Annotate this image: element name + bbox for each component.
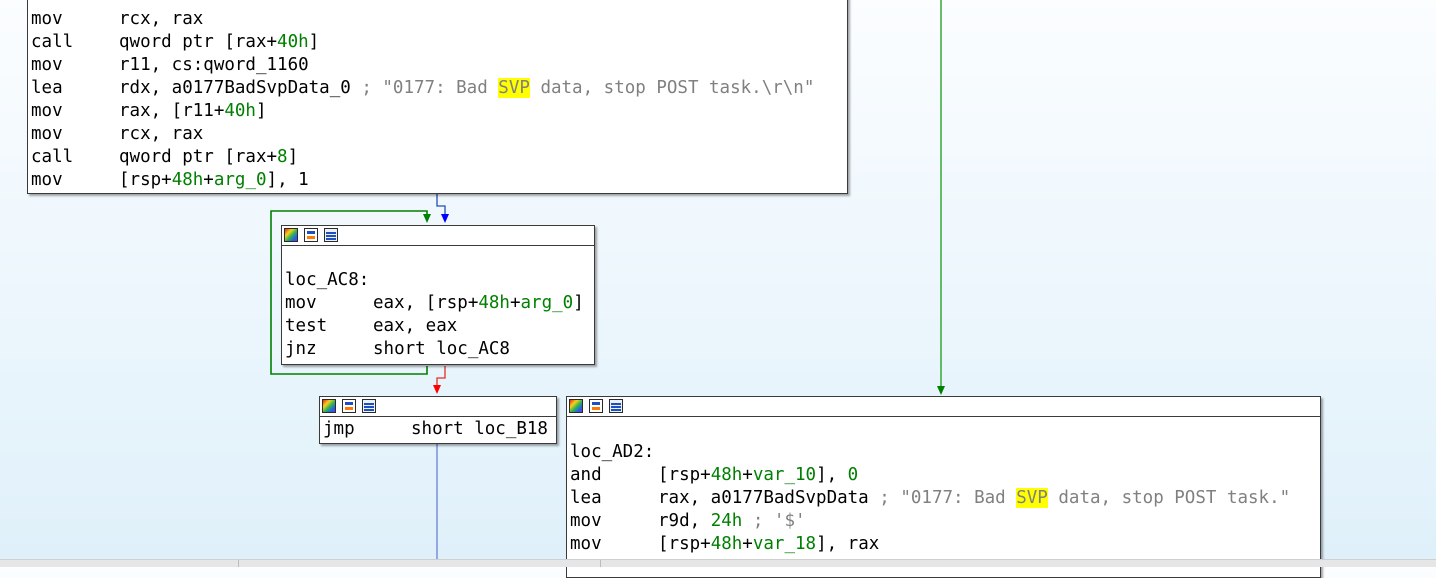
text-view-icon[interactable] [324, 228, 338, 242]
search-highlight: SVP [498, 78, 530, 98]
color-palette-icon[interactable] [322, 399, 336, 413]
block-header [567, 397, 1320, 417]
graph-view-icon[interactable] [304, 228, 318, 242]
asm-line: mov r9d, 24h ; '$' [570, 511, 806, 531]
code-block-loc-ad2[interactable]: loc_AD2: and [rsp+48h+var_10], 0 lea rax, … [566, 396, 1321, 578]
asm-line: mov [rsp+48h+var_18], rax [570, 534, 880, 554]
graph-view-icon[interactable] [589, 399, 603, 413]
asm-line: lea rdx, a0177BadSvpData_0 ; "0177: Bad S… [31, 78, 815, 98]
search-highlight: SVP [1016, 488, 1048, 508]
asm-line: jmp short loc_B18 [323, 419, 548, 439]
text-view-icon[interactable] [362, 399, 376, 413]
asm-line: mov rax, [r11+40h] [31, 101, 267, 121]
block-label: loc_AD2: [570, 442, 655, 462]
color-palette-icon[interactable] [284, 228, 298, 242]
asm-line: movrax, [r12+40h] [31, 0, 267, 4]
asm-line: mov [rsp+48h+arg_0], 1 [31, 170, 309, 190]
asm-line: call qword ptr [rax+40h] [31, 32, 320, 52]
code-block-1[interactable]: movrax, [r12+40h] movrcx, rax callqword … [27, 0, 848, 194]
block-header [282, 226, 594, 246]
edge-blue-block1-block2 [436, 193, 446, 216]
asm-line: call qword ptr [rax+8] [31, 147, 299, 167]
asm-line: mov eax, [rsp+48h+arg_0] [285, 293, 584, 313]
asm-line: test eax, eax [285, 316, 458, 336]
edge-red-block2-block3 [436, 366, 446, 387]
asm-line: mov rcx, rax [31, 124, 204, 144]
block-header [320, 397, 556, 417]
arrow-red-block3 [433, 385, 441, 394]
asm-line: mov rcx, rax [31, 9, 204, 29]
graph-view-icon[interactable] [342, 399, 356, 413]
asm-line: and [rsp+48h+var_10], 0 [570, 465, 859, 485]
arrow-green-loop [423, 214, 431, 223]
text-view-icon[interactable] [609, 399, 623, 413]
asm-line: lea rax, a0177BadSvpData ; "0177: Bad SVP… [570, 488, 1291, 508]
code-block-jmp[interactable]: jmp short loc_B18 [319, 396, 557, 444]
arrow-blue-block2 [441, 214, 449, 223]
code-block-loc-ac8[interactable]: loc_AC8: mov eax, [rsp+48h+arg_0] test eax… [281, 225, 595, 365]
color-palette-icon[interactable] [569, 399, 583, 413]
asm-line: mov r11, cs:qword_1160 [31, 55, 309, 75]
asm-line: jnz short loc_AC8 [285, 339, 510, 359]
block-label: loc_AC8: [285, 270, 370, 290]
arrow-green-right [937, 386, 945, 395]
